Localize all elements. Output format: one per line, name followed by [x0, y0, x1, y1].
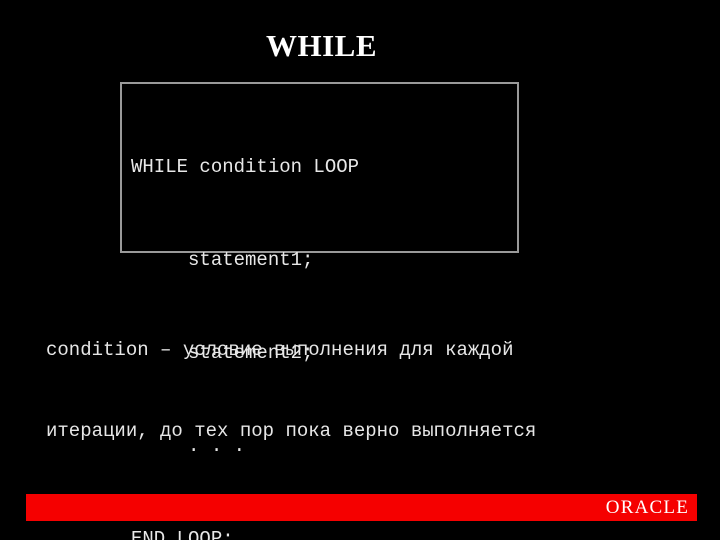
description-line: condition – условие выполнения для каждо…: [46, 339, 514, 361]
footer-brand-bar: ORACLE: [26, 494, 697, 521]
description-line: итерации, до тех пор пока верно выполняе…: [46, 420, 537, 442]
presentation-slide: WHILE WHILE condition LOOP statement1; s…: [0, 0, 720, 540]
code-line: WHILE condition LOOP: [131, 156, 360, 178]
oracle-logo-text: ORACLE: [605, 496, 689, 518]
code-syntax-box: WHILE condition LOOP statement1; stateme…: [120, 82, 519, 540]
page-title: WHILE: [265, 28, 378, 63]
code-line: statement1;: [131, 249, 314, 271]
